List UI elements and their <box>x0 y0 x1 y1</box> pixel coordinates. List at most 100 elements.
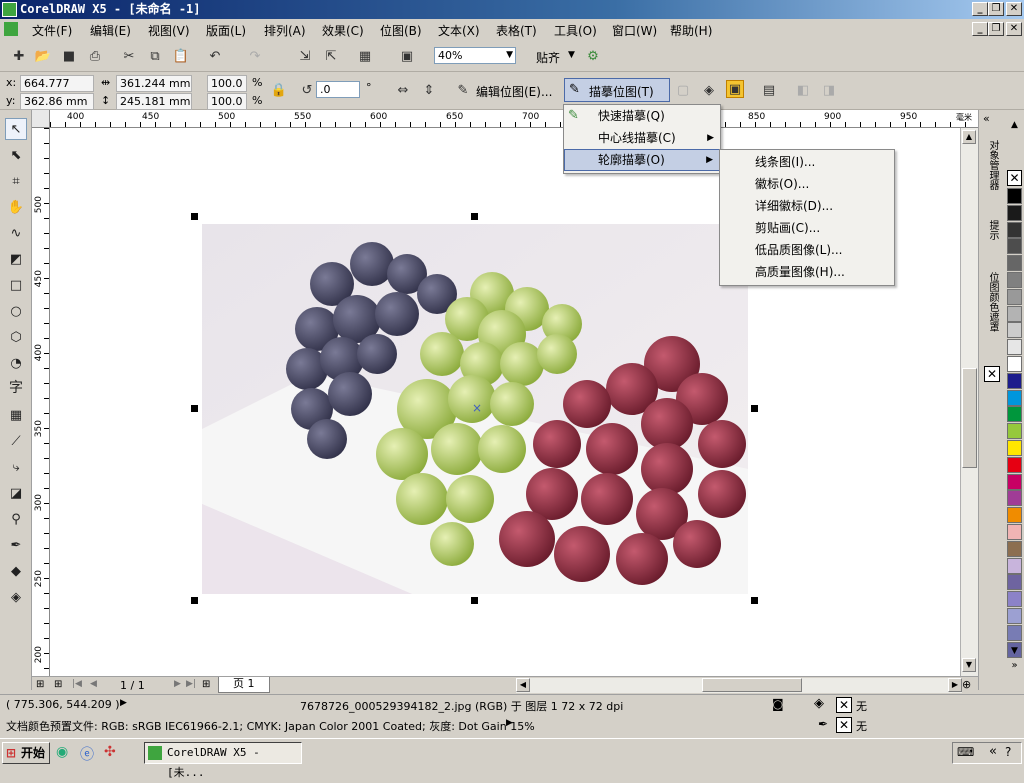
menu-view[interactable]: 视图(V) <box>148 22 190 39</box>
rotation-field[interactable]: .0 <box>316 81 360 98</box>
open-icon[interactable]: 📂 <box>34 47 52 65</box>
minimize-button[interactable]: _ <box>972 2 988 16</box>
object-manager-tab[interactable]: 对象管理器 <box>983 140 1001 214</box>
palette-expand-icon[interactable]: » <box>1007 660 1022 672</box>
help-icon[interactable]: ? <box>1005 745 1011 759</box>
outline-none-swatch[interactable]: ✕ <box>836 717 852 733</box>
quicklaunch-ie-icon[interactable]: ⓔ <box>80 744 94 764</box>
hints-tab[interactable]: 提示 <box>983 220 1001 266</box>
ruler-origin[interactable] <box>32 110 50 128</box>
bitmap-color-mask-tab[interactable]: 位图颜色遮罩 <box>983 272 1001 362</box>
selection-handle[interactable] <box>471 213 478 220</box>
quicklaunch-app-icon[interactable]: ✣ <box>104 744 116 760</box>
color-swatch[interactable] <box>1007 322 1022 339</box>
color-swatch[interactable] <box>1007 540 1022 557</box>
scroll-up-button[interactable]: ▲ <box>962 130 976 144</box>
undo-icon[interactable]: ↶ <box>206 47 224 65</box>
scroll-right-button[interactable]: ▶ <box>948 678 962 692</box>
menu-effects[interactable]: 效果(C) <box>322 22 364 39</box>
basic-shapes-tool-icon[interactable]: ◔ <box>5 352 27 374</box>
selection-handle[interactable] <box>191 597 198 604</box>
scroll-down-button[interactable]: ▼ <box>962 658 976 672</box>
text-tool-icon[interactable]: 字 <box>5 376 27 398</box>
cut-icon[interactable]: ✂ <box>120 47 138 65</box>
color-swatch[interactable] <box>1007 221 1022 238</box>
scale-y-field[interactable]: 100.0 <box>207 93 247 110</box>
wrap-text-icon[interactable]: ▤ <box>760 81 778 99</box>
docker-collapse-icon[interactable]: « <box>983 112 990 125</box>
fill-tool-icon[interactable]: ◆ <box>5 560 27 582</box>
color-swatch[interactable] <box>1007 440 1022 456</box>
color-swatch[interactable] <box>1007 288 1022 305</box>
color-swatch[interactable] <box>1007 389 1022 406</box>
horizontal-ruler[interactable]: 400 450 500 550 600 650 700 850 900 950 … <box>50 110 978 128</box>
rectangle-tool-icon[interactable]: □ <box>5 274 27 296</box>
vertical-scrollbar[interactable]: ▲ ▼ <box>960 128 978 676</box>
ellipse-tool-icon[interactable]: ○ <box>5 300 27 322</box>
color-swatch[interactable] <box>1007 255 1022 272</box>
to-front-icon[interactable]: ◧ <box>794 81 812 99</box>
color-swatch[interactable] <box>1007 423 1022 440</box>
mirror-vertical-icon[interactable]: ⇕ <box>420 81 438 99</box>
menu-window[interactable]: 窗口(W) <box>612 22 657 39</box>
horizontal-scrollbar[interactable]: ◀ ▶ <box>516 678 962 693</box>
to-back-icon[interactable]: ◨ <box>820 81 838 99</box>
menu-edit[interactable]: 编辑(E) <box>90 22 131 39</box>
menu-arrange[interactable]: 排列(A) <box>264 22 306 39</box>
color-swatch[interactable] <box>1007 372 1022 389</box>
zoom-navigator-icon[interactable]: ⊕ <box>962 678 971 691</box>
grapes-bitmap[interactable]: × <box>202 224 748 594</box>
start-button[interactable]: ⊞ 开始 <box>2 742 50 764</box>
menu-text[interactable]: 文本(X) <box>438 22 480 39</box>
pick-tool-icon[interactable]: ↖ <box>5 118 27 140</box>
clipart-item[interactable]: 剪贴画(C)... <box>720 217 894 239</box>
import-icon[interactable]: ⇲ <box>296 47 314 65</box>
next-page-icon[interactable]: ▶ <box>174 679 181 689</box>
taskbar-coreldraw-button[interactable]: CorelDRAW X5 - [未... <box>144 742 302 779</box>
color-swatch[interactable] <box>1007 490 1022 507</box>
y-position-field[interactable]: 362.86 mm <box>20 93 94 110</box>
eyedropper-tool-icon[interactable]: ⚲ <box>5 508 27 530</box>
no-color-swatch[interactable]: ✕ <box>1007 170 1022 186</box>
color-swatch[interactable] <box>1007 204 1022 221</box>
application-launcher-icon[interactable]: ▦ <box>356 47 374 65</box>
menu-tools[interactable]: 工具(O) <box>554 22 597 39</box>
quicklaunch-chrome-icon[interactable]: ◉ <box>56 744 68 760</box>
menu-layout[interactable]: 版面(L) <box>206 22 246 39</box>
copy-icon[interactable]: ⧉ <box>146 47 164 65</box>
palette-scroll-down-icon[interactable]: ▼ <box>1007 646 1022 658</box>
color-swatch[interactable] <box>1007 624 1022 641</box>
color-swatch[interactable] <box>1007 574 1022 591</box>
menu-table[interactable]: 表格(T) <box>496 22 537 39</box>
paste-icon[interactable]: 📋 <box>172 47 190 65</box>
color-swatch[interactable] <box>1007 524 1022 540</box>
keyboard-icon[interactable]: ⌨ <box>957 745 974 759</box>
save-icon[interactable]: ■ <box>60 47 78 65</box>
color-swatch[interactable] <box>1007 456 1022 473</box>
color-swatch[interactable] <box>1007 356 1022 372</box>
selection-handle[interactable] <box>191 213 198 220</box>
scroll-left-button[interactable]: ◀ <box>516 678 530 692</box>
export-icon[interactable]: ⇱ <box>322 47 340 65</box>
lock-ratio-icon[interactable]: 🔒 <box>270 81 288 99</box>
profile-expand-icon[interactable]: ▶ <box>506 718 513 728</box>
color-swatch[interactable] <box>1007 238 1022 255</box>
restore-button[interactable]: ❐ <box>988 2 1004 16</box>
color-swatch[interactable] <box>1007 591 1022 608</box>
polygon-tool-icon[interactable]: ⬡ <box>5 326 27 348</box>
width-field[interactable]: 361.244 mm <box>116 75 192 92</box>
vertical-scroll-thumb[interactable] <box>962 368 977 468</box>
page-tab[interactable]: 页 1 <box>218 677 270 693</box>
close-docker-icon[interactable]: ✕ <box>984 366 1000 382</box>
outline-trace-item[interactable]: 轮廓描摹(O) ▶ <box>564 149 720 171</box>
horizontal-scroll-thumb[interactable] <box>702 678 802 692</box>
menu-bitmaps[interactable]: 位图(B) <box>380 22 422 39</box>
centerline-trace-item[interactable]: 中心线描摹(C) ▶ <box>564 127 720 149</box>
color-swatch[interactable] <box>1007 188 1022 204</box>
print-icon[interactable]: ⎙ <box>86 47 104 65</box>
detailed-logo-item[interactable]: 详细徽标(D)... <box>720 195 894 217</box>
vertical-ruler[interactable]: 500 450 400 350 300 250 200 <box>32 128 50 676</box>
close-button[interactable]: ✕ <box>1006 2 1022 16</box>
status-expand-icon[interactable]: ▶ <box>120 698 127 708</box>
freehand-tool-icon[interactable]: ∿ <box>5 222 27 244</box>
